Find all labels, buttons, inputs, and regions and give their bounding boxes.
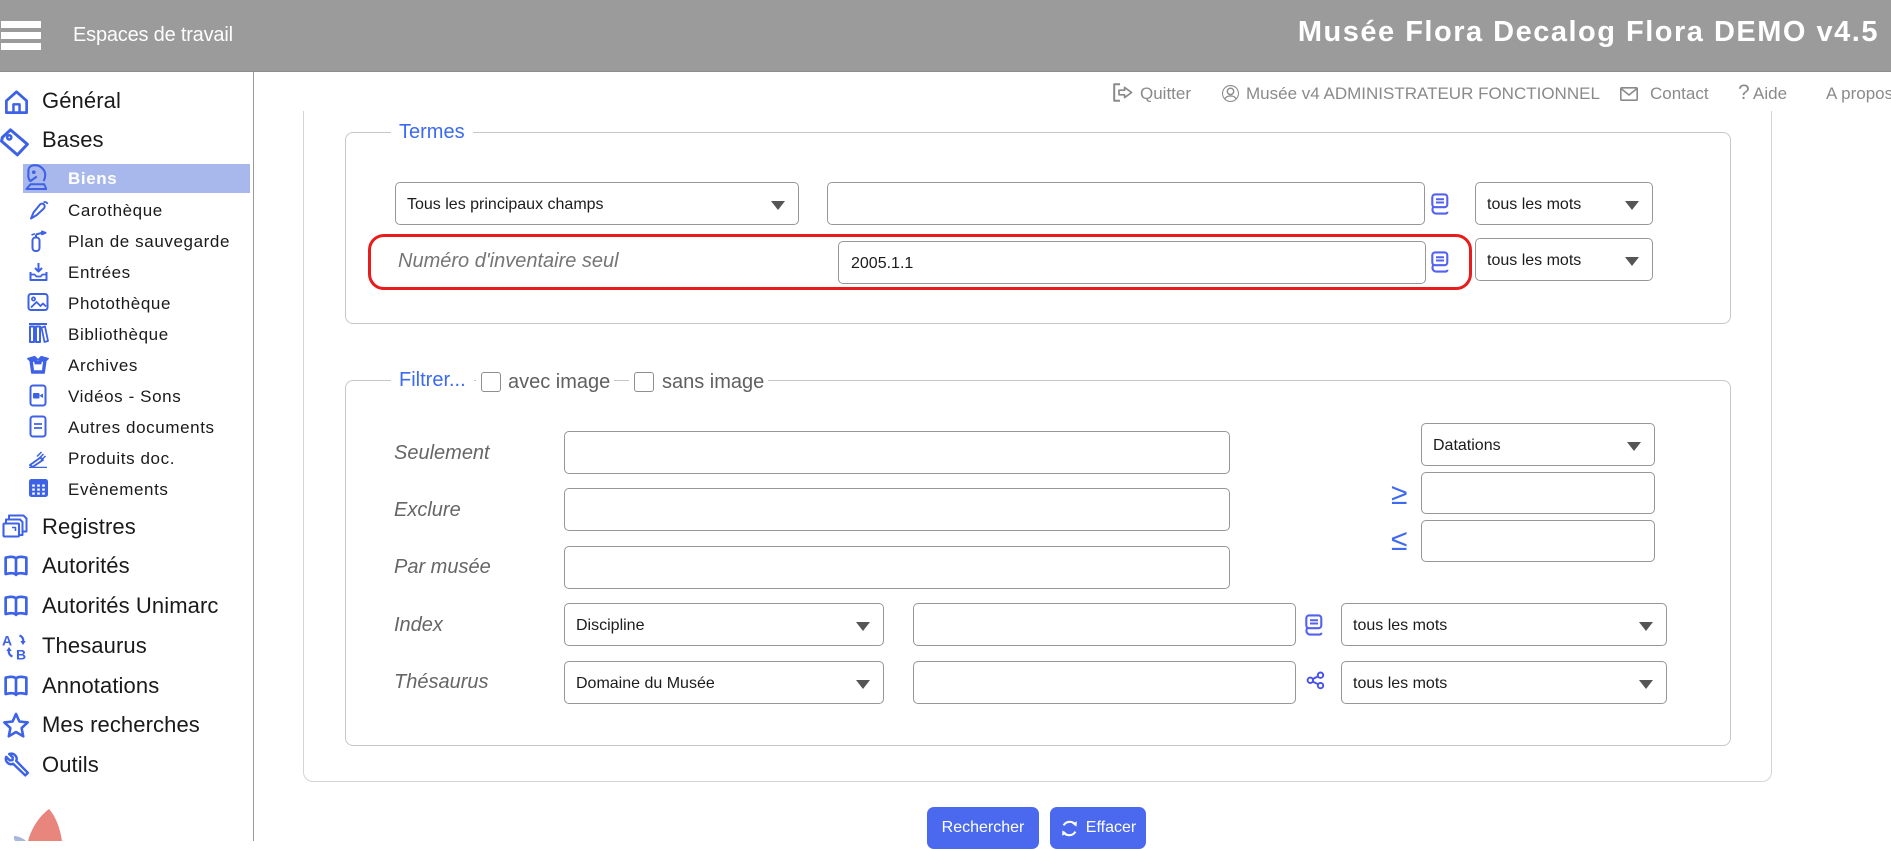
svg-text:A: A: [2, 633, 12, 649]
svg-text:B: B: [16, 647, 26, 661]
